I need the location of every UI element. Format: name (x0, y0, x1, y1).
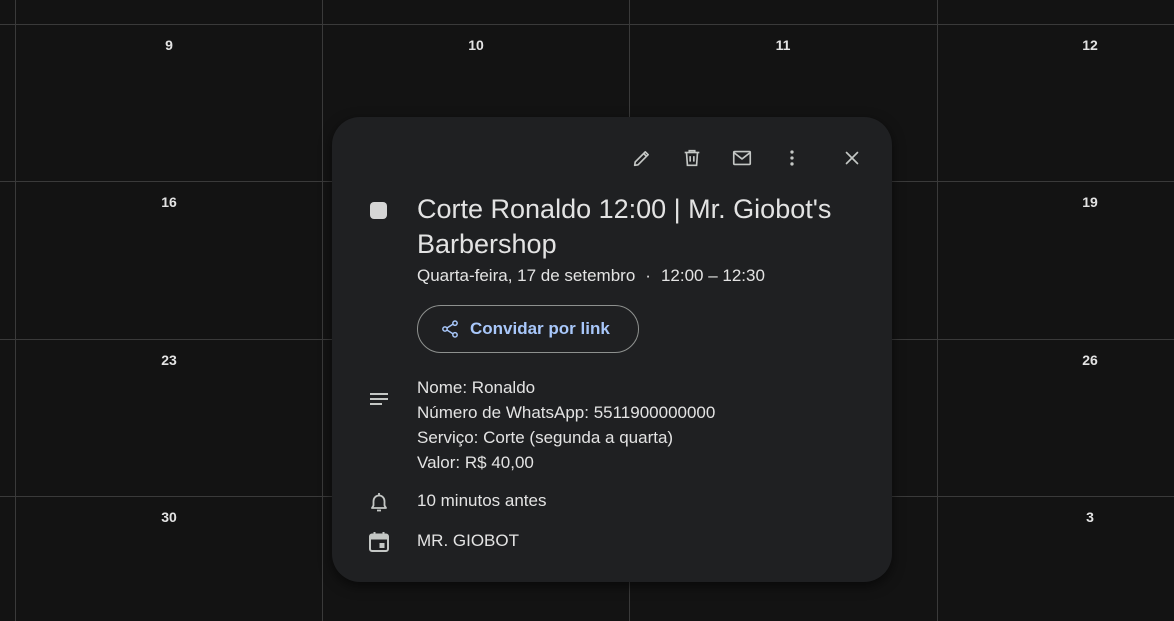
email-icon (732, 150, 752, 166)
description-line: Serviço: Corte (segunda a quarta) (417, 428, 674, 447)
datetime-separator: · (645, 266, 651, 285)
event-date: Quarta-feira, 17 de setembro (417, 266, 636, 285)
invite-by-link-label: Convidar por link (470, 319, 610, 338)
more-options-button[interactable] (772, 138, 812, 178)
day-number[interactable]: 10 (456, 37, 496, 53)
event-description: Nome: Ronaldo Número de WhatsApp: 551190… (417, 375, 715, 475)
description-line: Valor: R$ 40,00 (417, 453, 534, 472)
delete-icon (684, 149, 700, 167)
close-icon (845, 151, 859, 165)
bell-icon (371, 493, 387, 512)
event-title: Corte Ronaldo 12:00 | Mr. Giobot's Barbe… (417, 194, 832, 259)
calendar-icon (369, 532, 389, 552)
day-number[interactable]: 11 (763, 37, 803, 53)
description-line: Número de WhatsApp: 5511900000000 (417, 403, 716, 422)
description-icon (370, 393, 388, 405)
share-icon (442, 320, 458, 338)
edit-button[interactable] (622, 138, 662, 178)
calendar-name: MR. GIOBOT (417, 531, 519, 550)
day-number[interactable]: 26 (1070, 352, 1110, 368)
event-time: 12:00 – 12:30 (660, 266, 765, 285)
event-reminder: 10 minutos antes (417, 491, 547, 510)
day-number[interactable]: 9 (149, 37, 189, 53)
grid-line (15, 0, 16, 621)
delete-button[interactable] (672, 138, 712, 178)
day-number[interactable]: 23 (149, 352, 189, 368)
grid-line (937, 0, 938, 621)
event-details-popup: Corte Ronaldo 12:00 | Mr. Giobot's Barbe… (332, 117, 892, 582)
description-line: Nome: Ronaldo (417, 378, 536, 397)
close-button[interactable] (832, 138, 872, 178)
event-color-chip (370, 202, 387, 219)
event-datetime: Quarta-feira, 17 de setembro · 12:00 – 12:… (417, 266, 765, 286)
edit-icon (633, 151, 649, 167)
day-number[interactable]: 30 (149, 509, 189, 525)
day-number[interactable]: 3 (1070, 509, 1110, 525)
grid-line (322, 0, 323, 621)
day-number[interactable]: 19 (1070, 194, 1110, 210)
more-options-icon (790, 150, 794, 166)
day-number[interactable]: 12 (1070, 37, 1110, 53)
grid-line (0, 24, 1174, 25)
day-number[interactable]: 16 (149, 194, 189, 210)
email-guests-button[interactable] (722, 138, 762, 178)
invite-by-link-button[interactable]: Convidar por link (417, 305, 639, 353)
